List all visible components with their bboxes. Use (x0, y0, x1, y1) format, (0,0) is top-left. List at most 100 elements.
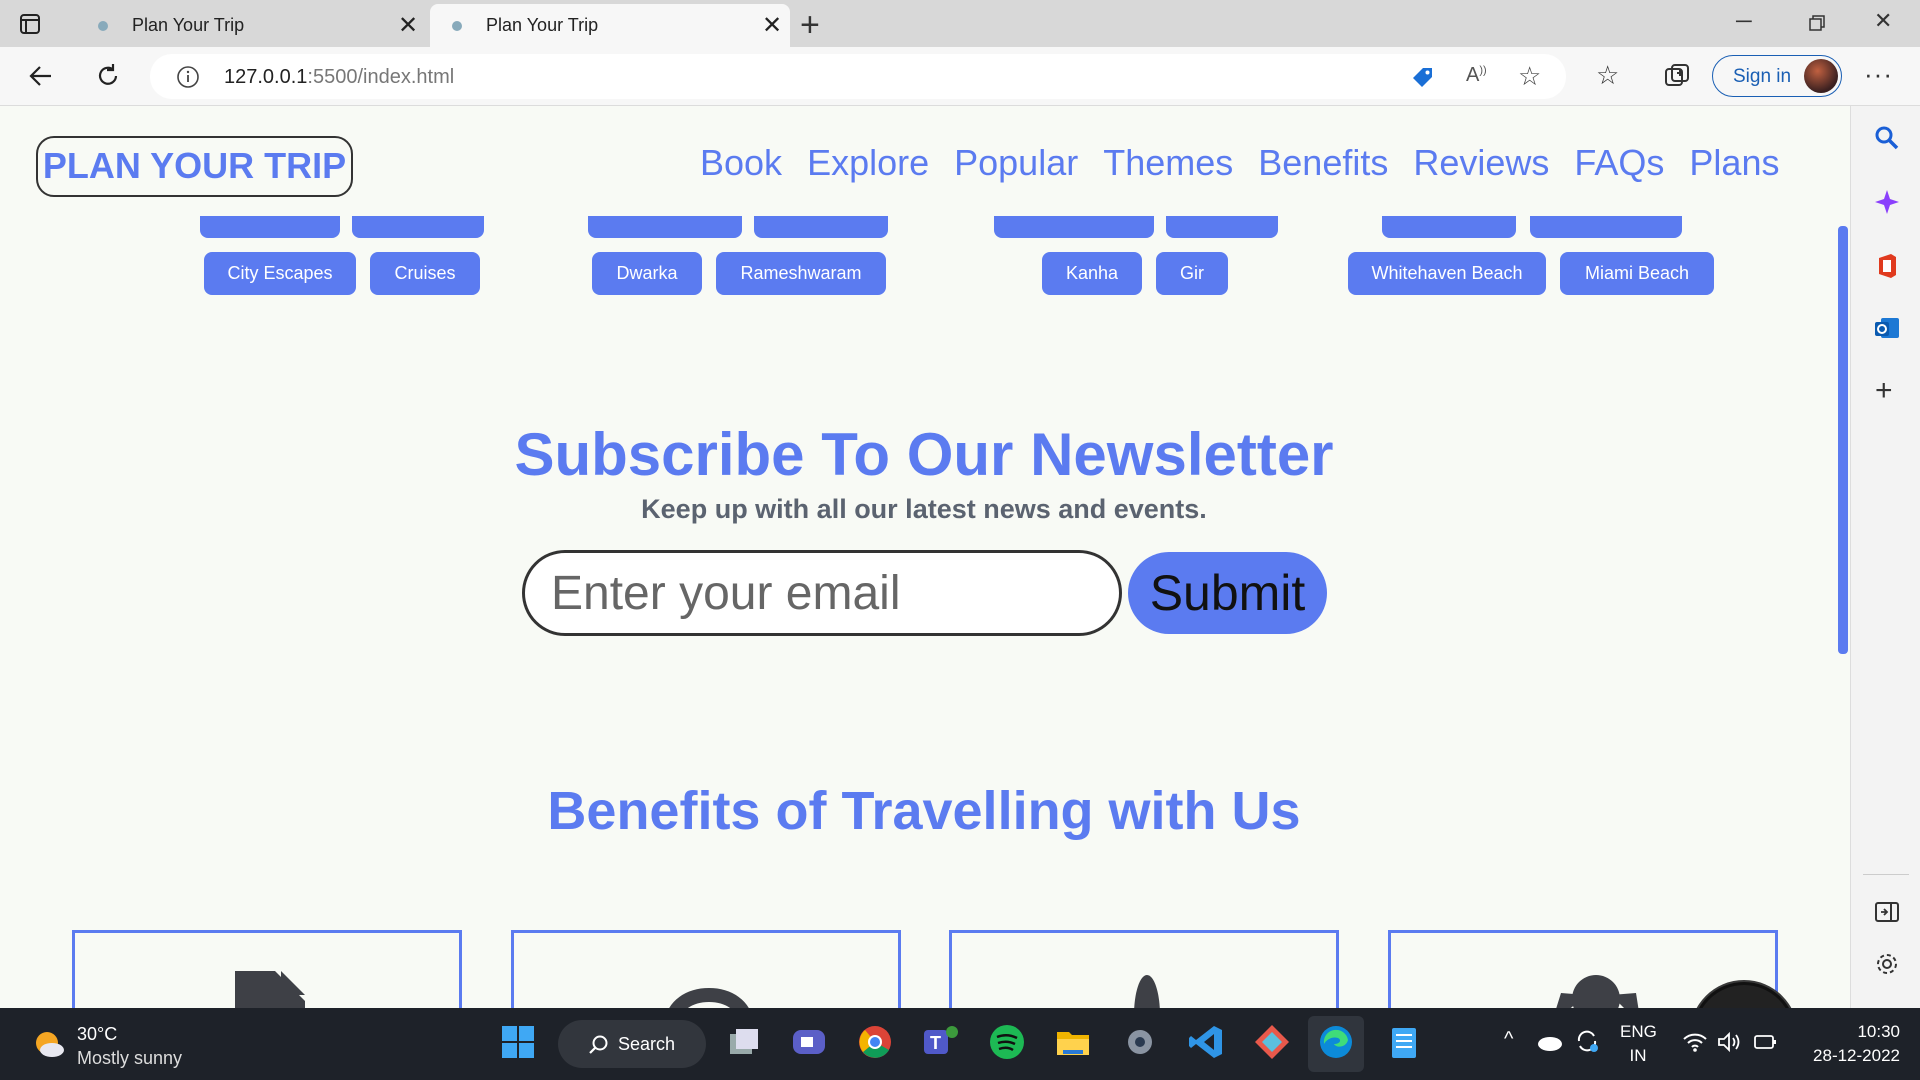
settings-gear-icon[interactable] (1120, 1022, 1160, 1062)
destination-chip-partial[interactable] (1530, 216, 1682, 238)
url-text: 127.0.0.1:5500/index.html (224, 66, 455, 88)
windows-taskbar: 30°C Mostly sunny Search T ^ ENG IN 10:3… (0, 1008, 1920, 1080)
favorites-icon[interactable]: ☆ (1596, 60, 1619, 91)
browser-tab-strip: Plan Your Trip ✕ Plan Your Trip ✕ + ─ ✕ (0, 0, 1920, 47)
minimize-icon[interactable]: ─ (1736, 8, 1752, 34)
email-input[interactable] (522, 550, 1122, 636)
sign-in-button[interactable]: Sign in (1712, 55, 1842, 97)
new-tab-button[interactable]: + (800, 6, 820, 45)
newsletter-title: Subscribe To Our Newsletter (514, 421, 1334, 488)
language-indicator[interactable]: ENG (1620, 1022, 1657, 1042)
edge-icon[interactable] (1316, 1022, 1356, 1062)
teams-chat-icon[interactable] (789, 1022, 829, 1062)
destination-chip-partial[interactable] (588, 216, 742, 238)
airplane-icon (1134, 975, 1160, 1008)
git-app-icon[interactable] (1252, 1022, 1292, 1062)
destination-chip[interactable]: Miami Beach (1560, 252, 1714, 295)
destination-chip[interactable]: Kanha (1042, 252, 1142, 295)
copilot-sparkle-icon[interactable] (1873, 188, 1901, 216)
read-aloud-icon[interactable]: A)) (1466, 64, 1487, 87)
destination-chip-partial[interactable] (754, 216, 888, 238)
site-info-icon[interactable] (176, 65, 200, 89)
destination-chip-partial[interactable] (1166, 216, 1278, 238)
web-page: PLAN YOUR TRIP Book Explore Popular Them… (0, 106, 1848, 1008)
clock-time[interactable]: 10:30 (1790, 1022, 1900, 1042)
benefit-card (949, 930, 1339, 1008)
destination-chip[interactable]: Whitehaven Beach (1348, 252, 1546, 295)
search-icon[interactable] (1873, 124, 1901, 152)
collections-icon[interactable] (1662, 61, 1692, 91)
teams-icon[interactable]: T (920, 1022, 960, 1062)
reload-icon[interactable] (93, 61, 123, 91)
spotify-icon[interactable] (987, 1022, 1027, 1062)
destination-chip-partial[interactable] (1382, 216, 1516, 238)
language-region[interactable]: IN (1620, 1046, 1656, 1066)
chevron-up-icon[interactable]: ^ (1504, 1028, 1513, 1051)
office-icon[interactable] (1873, 252, 1901, 280)
volume-icon[interactable] (1716, 1030, 1742, 1054)
site-favicon-icon (98, 20, 108, 31)
outlook-icon[interactable] (1873, 314, 1901, 342)
destination-chip-partial[interactable] (352, 216, 484, 238)
destination-chip-partial[interactable] (994, 216, 1154, 238)
document-icon (235, 971, 305, 1008)
weather-description[interactable]: Mostly sunny (77, 1048, 182, 1069)
notepad-icon[interactable] (1384, 1022, 1424, 1062)
close-tab-icon[interactable]: ✕ (754, 11, 790, 40)
windows-start-icon[interactable] (498, 1022, 538, 1062)
weather-sun-icon[interactable] (32, 1028, 66, 1060)
nav-link-themes[interactable]: Themes (1103, 142, 1233, 184)
benefit-card (511, 930, 901, 1008)
search-icon (589, 1035, 608, 1054)
browser-toolbar: 127.0.0.1:5500/index.html A)) ☆ ☆ Sign i… (0, 47, 1920, 106)
nav-link-explore[interactable]: Explore (807, 142, 929, 184)
browser-tab[interactable]: Plan Your Trip ✕ (76, 4, 426, 47)
hide-sidebar-icon[interactable] (1873, 898, 1901, 926)
task-view-icon[interactable] (724, 1022, 764, 1062)
benefits-title: Benefits of Travelling with Us (547, 781, 1301, 841)
destination-chip[interactable]: Dwarka (592, 252, 702, 295)
user-megaphone-icon (1556, 975, 1639, 1008)
destination-chip[interactable]: Gir (1156, 252, 1228, 295)
nav-link-benefits[interactable]: Benefits (1258, 142, 1388, 184)
destination-chip[interactable]: Rameshwaram (716, 252, 886, 295)
nav-link-book[interactable]: Book (700, 142, 782, 184)
file-explorer-icon[interactable] (1053, 1022, 1093, 1062)
chrome-icon[interactable] (855, 1022, 895, 1062)
sidebar-divider (1863, 874, 1909, 875)
benefit-card (72, 930, 462, 1008)
tab-title: Plan Your Trip (132, 15, 245, 35)
site-logo[interactable]: PLAN YOUR TRIP (36, 136, 353, 197)
vscode-icon[interactable] (1186, 1022, 1226, 1062)
destination-chip[interactable]: City Escapes (204, 252, 356, 295)
address-bar[interactable]: 127.0.0.1:5500/index.html A)) ☆ (150, 54, 1566, 99)
back-arrow-icon[interactable] (26, 61, 56, 91)
restore-icon[interactable] (1808, 14, 1826, 32)
nav-link-popular[interactable]: Popular (954, 142, 1078, 184)
taskbar-search[interactable]: Search (558, 1020, 706, 1068)
add-favorite-icon[interactable]: ☆ (1518, 61, 1541, 92)
page-scrollbar[interactable] (1838, 226, 1848, 654)
browser-tab-active[interactable]: Plan Your Trip ✕ (430, 4, 790, 47)
weather-temperature[interactable]: 30°C (77, 1024, 117, 1045)
main-nav: Book Explore Popular Themes Benefits Rev… (700, 142, 1779, 184)
tab-actions-icon[interactable] (18, 12, 42, 36)
coupon-tag-icon[interactable] (1410, 64, 1436, 90)
nav-link-faqs[interactable]: FAQs (1574, 142, 1664, 184)
destination-chip[interactable]: Cruises (370, 252, 480, 295)
nav-link-plans[interactable]: Plans (1689, 142, 1779, 184)
more-menu-icon[interactable]: ··· (1864, 59, 1893, 90)
onedrive-cloud-icon[interactable] (1536, 1032, 1564, 1052)
battery-icon[interactable] (1752, 1030, 1778, 1054)
basket-icon (669, 988, 749, 1008)
nav-link-reviews[interactable]: Reviews (1413, 142, 1549, 184)
submit-button[interactable]: Submit (1128, 552, 1327, 634)
close-tab-icon[interactable]: ✕ (390, 11, 426, 40)
sync-icon[interactable] (1574, 1028, 1600, 1054)
destination-chip-partial[interactable] (200, 216, 340, 238)
wifi-icon[interactable] (1682, 1030, 1708, 1054)
settings-gear-icon[interactable] (1873, 950, 1901, 978)
clock-date[interactable]: 28-12-2022 (1790, 1046, 1900, 1066)
add-sidebar-app-icon[interactable]: + (1875, 374, 1893, 408)
close-window-icon[interactable]: ✕ (1874, 8, 1892, 34)
